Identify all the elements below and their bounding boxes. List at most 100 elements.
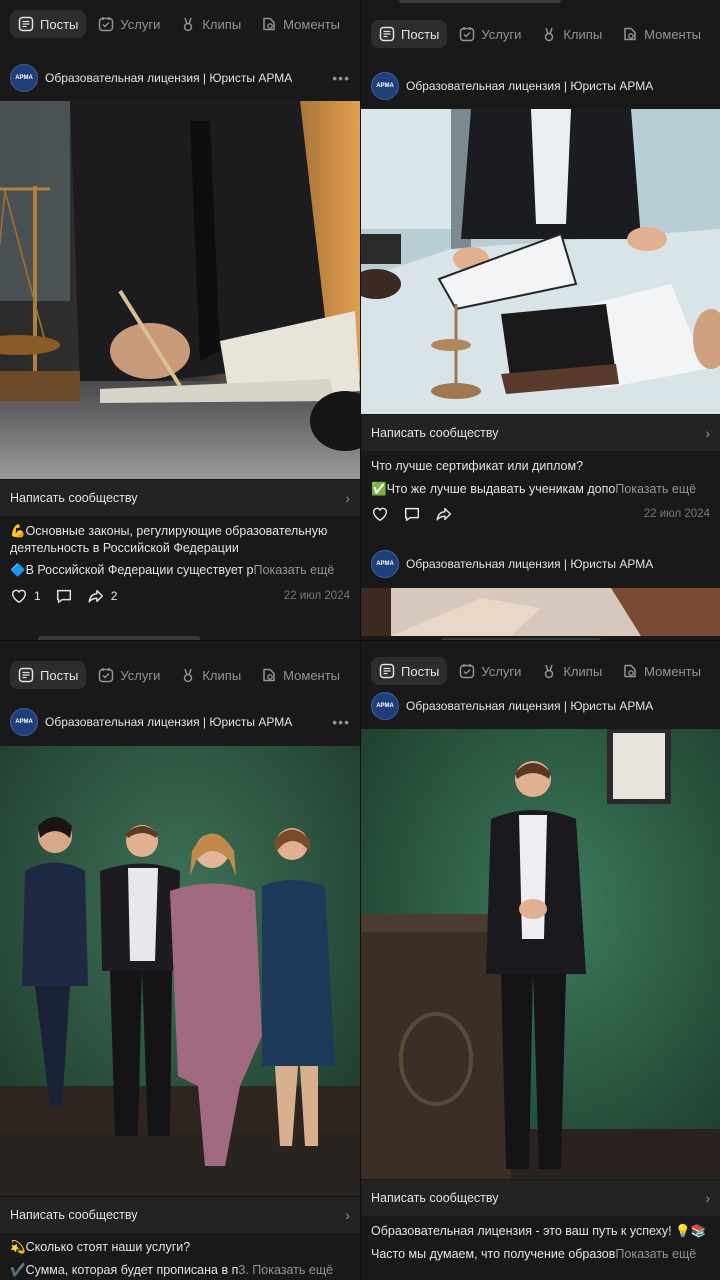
moments-icon [624,664,636,678]
post-photo[interactable] [0,101,360,479]
like-button[interactable]: 1 [10,587,41,605]
comment-button[interactable] [403,505,421,523]
contract-signing-photo [361,109,720,414]
tab-services[interactable]: Услуги [90,10,168,38]
avatar-text: АРМА [376,561,394,567]
show-more-link[interactable]: Показать ещё [252,1263,333,1277]
group-name[interactable]: Образовательная лицензия | Юристы АРМА [406,79,710,93]
comment-button[interactable] [55,587,73,605]
group-name[interactable]: Образовательная лицензия | Юристы АРМА [406,699,710,713]
post-actions: 22 июл 2024 [371,502,710,526]
post-text-line1: 💫Сколько стоят наши услуги? [10,1240,191,1254]
tab-bar: Посты Услуги Клипы Моменты [361,10,720,58]
avatar[interactable]: АРМА [371,550,399,578]
tab-clips[interactable]: Клипы [533,20,610,48]
tab-posts-label: Посты [40,667,79,683]
write-to-community-button[interactable]: Написать сообществу › [361,1180,720,1216]
tab-posts-label: Посты [40,16,79,32]
write-to-community-button[interactable]: Написать сообществу › [0,1197,360,1233]
write-label: Написать сообществу [10,1208,138,1222]
more-options-icon[interactable]: ••• [332,70,350,86]
chevron-right-icon: › [345,1207,350,1223]
tab-clips-label: Клипы [202,16,242,32]
show-more-link[interactable]: Показать ещё [615,482,696,496]
tab-moments[interactable]: Моменты [253,10,348,38]
avatar[interactable]: АРМА [371,72,399,100]
show-more-link[interactable]: Показать ещё [254,563,335,577]
tab-moments-label: Моменты [283,667,341,683]
like-count: 1 [34,589,41,603]
chevron-right-icon: › [705,1190,710,1206]
posts-icon [18,16,34,32]
post-text-line1: Что лучше сертификат или диплом? [371,459,584,473]
comment-icon [404,507,420,522]
tab-moments[interactable]: Моменты [614,20,709,48]
post-text-line2: ✔️Сумма, которая будет прописана в п [10,1263,239,1277]
tab-moments-label: Моменты [644,663,702,679]
lawyer-scales-photo [0,101,360,479]
screenshot-panel-2: Посты Услуги Клипы Моменты АРМА Образова… [360,0,720,640]
show-more-link[interactable]: Показать ещё [615,1247,696,1261]
like-button[interactable] [371,505,389,523]
avatar[interactable]: АРМА [10,708,38,736]
tab-clips-label: Клипы [563,26,603,42]
tab-clips[interactable]: Клипы [172,661,249,689]
post-photo[interactable] [361,588,720,636]
moments-icon [263,17,275,31]
post-photo[interactable] [361,729,720,1179]
group-name[interactable]: Образовательная лицензия | Юристы АРМА [45,715,325,729]
post-photo[interactable] [0,746,360,1196]
tab-bar: Посты Услуги Клипы Моменты [0,0,360,48]
clips-icon [184,668,193,683]
share-button[interactable] [435,505,453,523]
write-label: Написать сообществу [371,1191,499,1205]
post-text-line1: 💪Основные законы, регулирующие образоват… [10,524,328,555]
tab-clips-label: Клипы [202,667,242,683]
post-date: 22 июл 2024 [643,508,710,520]
tab-posts-label: Посты [401,26,440,42]
avatar-text: АРМА [15,75,33,81]
tab-posts[interactable]: Посты [371,20,448,48]
post-text: 💪Основные законы, регулирующие образоват… [10,523,350,579]
services-icon [99,17,114,32]
avatar[interactable]: АРМА [10,64,38,92]
screenshot-panel-1: Посты Услуги Клипы Моменты АРМА Образова… [0,0,360,640]
tab-moments[interactable]: Моменты [614,657,709,685]
tab-clips[interactable]: Клипы [172,10,249,38]
write-to-community-button[interactable]: Написать сообществу › [0,480,360,516]
post-photo[interactable] [361,109,720,414]
post-header: АРМА Образовательная лицензия | Юристы А… [361,66,720,106]
avatar[interactable]: АРМА [371,692,399,720]
post-text: Что лучше сертификат или диплом? ✅Что же… [371,458,710,498]
tab-clips[interactable]: Клипы [533,657,610,685]
post-date: 22 июл 2024 [283,590,350,602]
services-icon [99,668,114,683]
share-icon [436,507,452,521]
clips-icon [545,27,554,42]
clips-icon [545,664,554,679]
tab-services[interactable]: Услуги [451,657,529,685]
post-header: АРМА Образовательная лицензия | Юристы А… [0,58,360,98]
screenshot-panel-3: Посты Услуги Клипы Моменты АРМА Образова… [0,640,360,1280]
group-name[interactable]: Образовательная лицензия | Юристы АРМА [45,71,325,85]
post-actions: 1 2 22 июл 2024 [10,584,350,608]
tab-posts-label: Посты [401,663,440,679]
posts-icon [379,26,395,42]
more-options-icon[interactable]: ••• [332,714,350,730]
posts-icon [379,663,395,679]
write-to-community-button[interactable]: Написать сообществу › [361,415,720,451]
lawyer-portrait-photo [361,729,720,1179]
tab-posts[interactable]: Посты [10,661,87,689]
tab-moments[interactable]: Моменты [253,661,348,689]
clips-icon [184,17,193,32]
group-name[interactable]: Образовательная лицензия | Юристы АРМА [406,557,710,571]
heart-icon [372,507,388,522]
tab-posts[interactable]: Посты [10,10,87,38]
share-button[interactable]: 2 [87,587,117,605]
moments-icon [263,668,275,682]
tab-posts[interactable]: Посты [371,657,448,685]
post-text: Образовательная лицензия - это ваш путь … [371,1223,710,1263]
tab-services[interactable]: Услуги [90,661,168,689]
comment-icon [56,589,71,604]
tab-services[interactable]: Услуги [451,20,529,48]
